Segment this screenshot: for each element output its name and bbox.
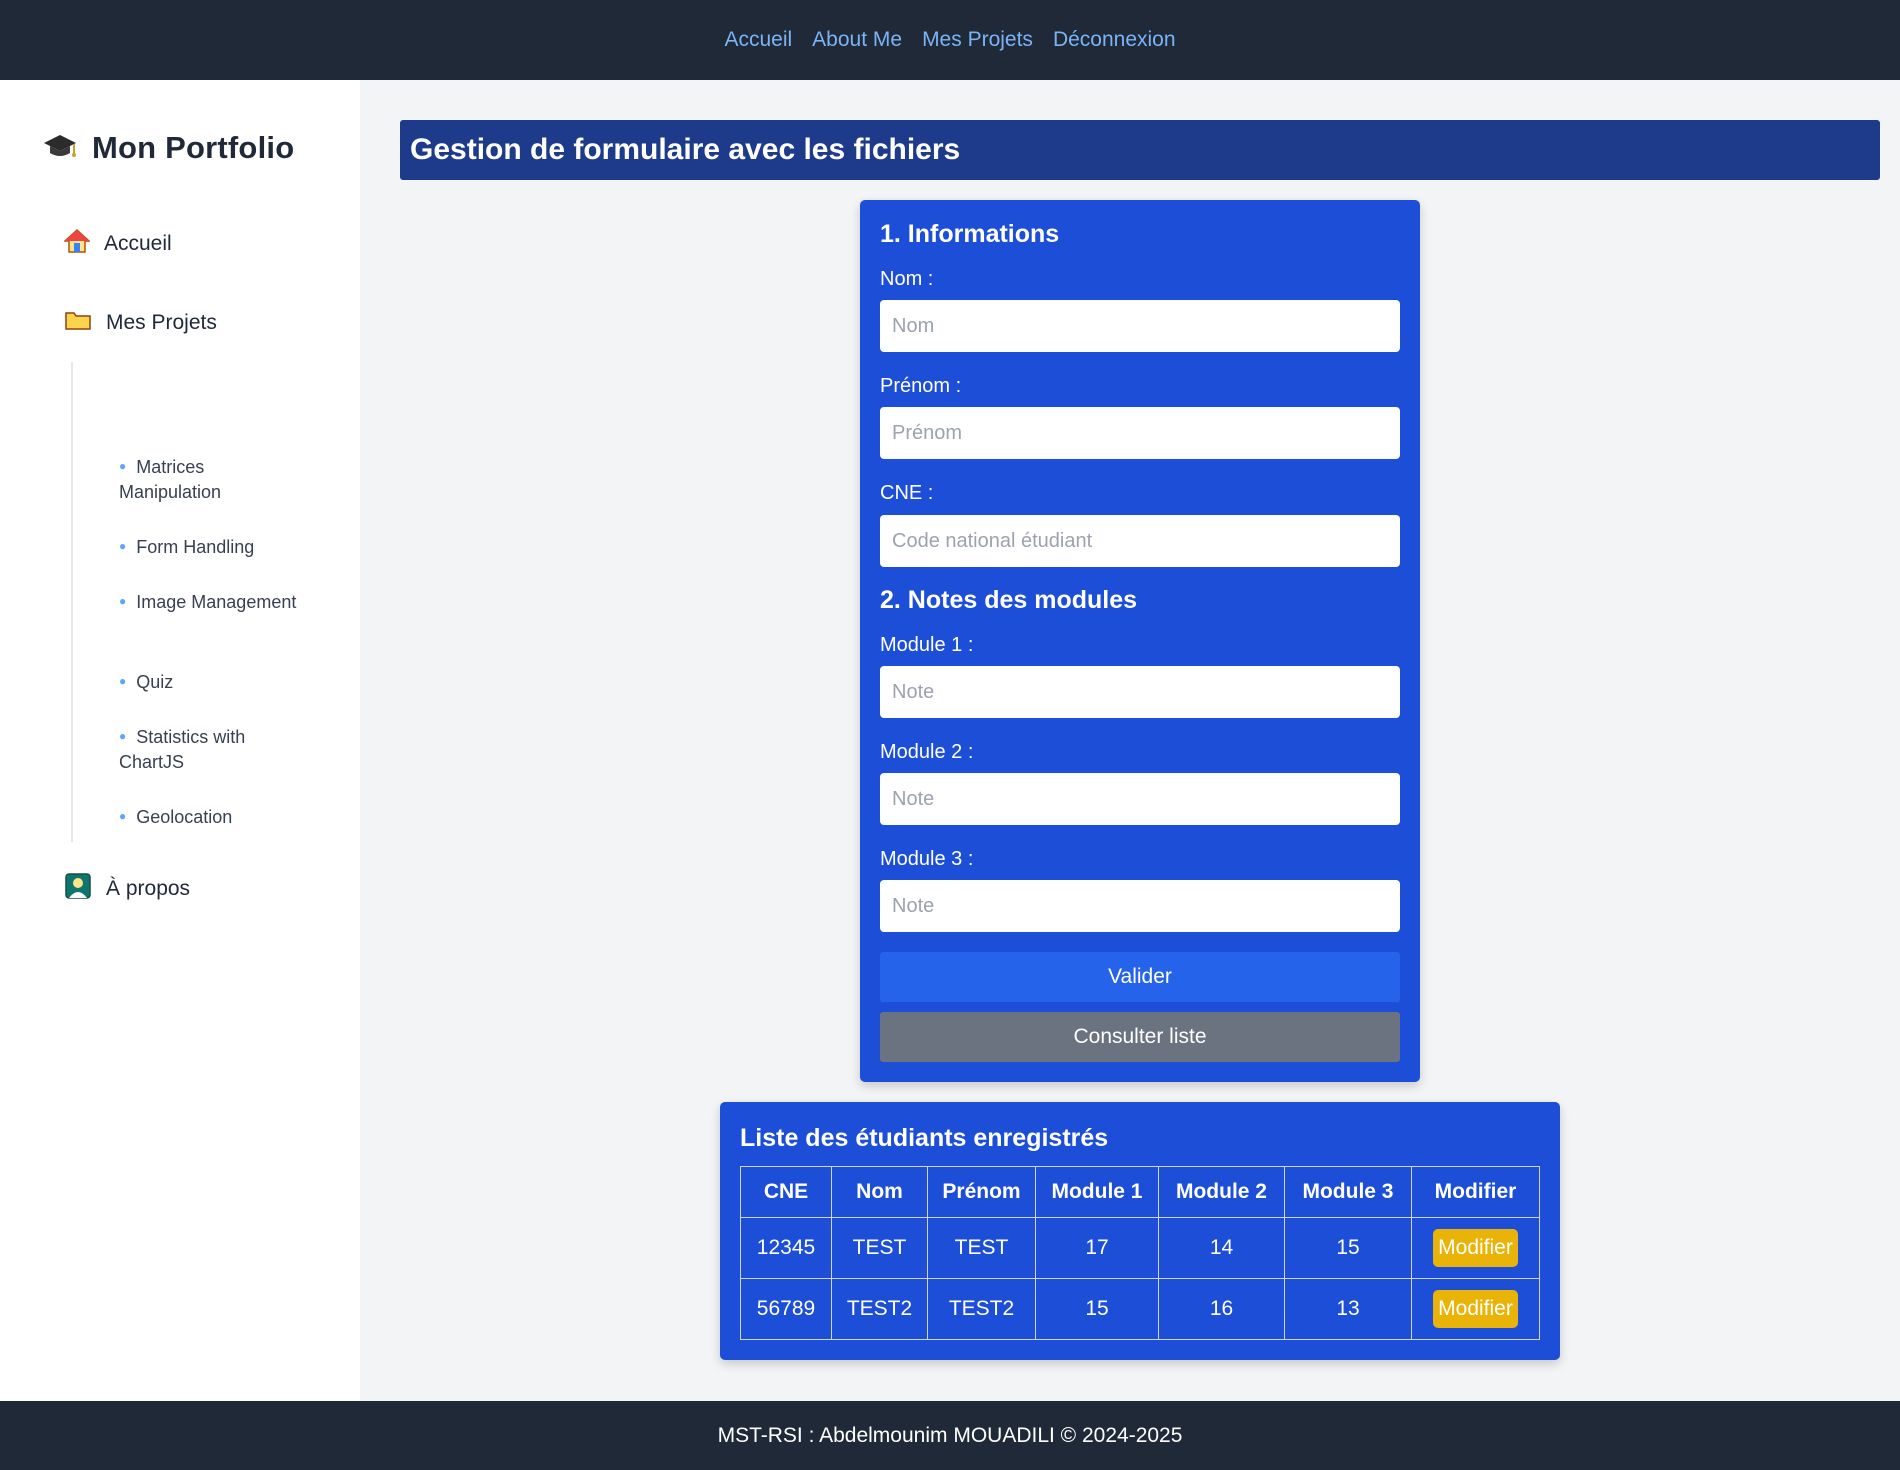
module2-note-input[interactable]	[880, 773, 1400, 825]
column-header-module2: Module 2	[1158, 1166, 1285, 1218]
table-header-row: CNE Nom Prénom Module 1 Module 2 Module …	[740, 1166, 1540, 1218]
cell-action: Modifier	[1411, 1217, 1540, 1279]
sidebar: Mon Portfolio Accueil Mes Projets ● Matri…	[0, 80, 360, 1401]
module1-note-input[interactable]	[880, 666, 1400, 718]
footer: MST-RSI : Abdelmounim MOUADILI © 2024-20…	[0, 1401, 1900, 1470]
cne-input[interactable]	[880, 515, 1400, 567]
column-header-module1: Module 1	[1035, 1166, 1159, 1218]
prenom-label: Prénom :	[880, 375, 962, 397]
folder-icon	[64, 308, 92, 338]
cell-module3: 15	[1284, 1217, 1412, 1279]
nav-link-accueil[interactable]: Accueil	[724, 28, 792, 52]
sidebar-item-mes-projets[interactable]: Mes Projets	[64, 308, 217, 338]
nav-link-about-me[interactable]: About Me	[812, 28, 902, 52]
section-informations-title: 1. Informations	[880, 220, 1060, 248]
cell-cne: 12345	[740, 1217, 832, 1279]
table-row: 12345 TEST TEST 17 14 15 Modifier	[740, 1217, 1540, 1279]
sidebar-item-label: À propos	[106, 877, 191, 900]
footer-text: MST-RSI : Abdelmounim MOUADILI © 2024-20…	[717, 1423, 1183, 1447]
page-title-bar: Gestion de formulaire avec les fichiers	[400, 120, 1880, 180]
cell-nom: TEST	[831, 1217, 928, 1279]
students-table: CNE Nom Prénom Module 1 Module 2 Module …	[740, 1166, 1540, 1340]
valider-button[interactable]: Valider	[880, 952, 1400, 1002]
bullet-icon: ●	[119, 459, 127, 473]
nav-link-mes-projets[interactable]: Mes Projets	[922, 28, 1033, 52]
sidebar-item-label: Accueil	[104, 232, 172, 255]
module1-label: Module 1 :	[880, 634, 974, 656]
nom-label: Nom :	[880, 268, 934, 290]
submenu-item-quiz[interactable]: ● Quiz	[119, 669, 299, 695]
submenu-item-form-handling[interactable]: ● Form Handling	[119, 534, 299, 560]
bullet-icon: ●	[119, 539, 127, 553]
column-header-modifier: Modifier	[1411, 1166, 1540, 1218]
student-form: 1. Informations Nom : Prénom : CNE : 2. …	[860, 200, 1420, 1082]
bullet-icon: ●	[119, 674, 127, 688]
students-list-card: Liste des étudiants enregistrés CNE Nom …	[720, 1102, 1560, 1360]
top-navbar: Accueil About Me Mes Projets Déconnexion	[0, 0, 1900, 80]
column-header-module3: Module 3	[1284, 1166, 1412, 1218]
cell-module3: 13	[1284, 1278, 1412, 1340]
sidebar-item-a-propos[interactable]: À propos	[64, 872, 190, 906]
cell-nom: TEST2	[831, 1278, 928, 1340]
brand-title: Mon Portfolio	[92, 130, 295, 165]
submenu-item-statistics[interactable]: ● Statistics with ChartJS	[119, 724, 299, 775]
column-header-nom: Nom	[831, 1166, 928, 1218]
submenu-item-image-management[interactable]: ● Image Management	[119, 589, 299, 615]
prenom-input[interactable]	[880, 407, 1400, 459]
nav-link-deconnexion[interactable]: Déconnexion	[1053, 28, 1176, 52]
sidebar-brand: Mon Portfolio	[42, 130, 294, 166]
nom-input[interactable]	[880, 300, 1400, 352]
column-header-prenom: Prénom	[927, 1166, 1036, 1218]
cell-prenom: TEST2	[927, 1278, 1036, 1340]
section-notes-title: 2. Notes des modules	[880, 586, 1138, 614]
sidebar-item-label: Mes Projets	[106, 311, 217, 334]
modifier-button[interactable]: Modifier	[1433, 1229, 1518, 1267]
module2-label: Module 2 :	[880, 741, 974, 763]
page-title: Gestion de formulaire avec les fichiers	[410, 133, 961, 166]
cell-action: Modifier	[1411, 1278, 1540, 1340]
house-icon	[63, 228, 91, 260]
module3-label: Module 3 :	[880, 848, 974, 870]
sidebar-item-accueil[interactable]: Accueil	[63, 228, 172, 260]
modifier-button[interactable]: Modifier	[1433, 1290, 1518, 1328]
portrait-icon	[64, 872, 92, 906]
column-header-cne: CNE	[740, 1166, 832, 1218]
bullet-icon: ●	[119, 809, 127, 823]
cell-module1: 15	[1035, 1278, 1159, 1340]
cell-prenom: TEST	[927, 1217, 1036, 1279]
submenu-item-matrices[interactable]: ● Matrices Manipulation	[119, 454, 299, 505]
cell-module2: 14	[1158, 1217, 1285, 1279]
cell-module2: 16	[1158, 1278, 1285, 1340]
cell-module1: 17	[1035, 1217, 1159, 1279]
cell-cne: 56789	[740, 1278, 832, 1340]
projects-submenu: ● Matrices Manipulation ● Form Handling ● I…	[71, 362, 296, 842]
students-list-title: Liste des étudiants enregistrés	[740, 1124, 1109, 1152]
bullet-icon: ●	[119, 594, 127, 608]
module3-note-input[interactable]	[880, 880, 1400, 932]
submenu-item-geolocation[interactable]: ● Geolocation	[119, 804, 299, 830]
table-row: 56789 TEST2 TEST2 15 16 13 Modifier	[740, 1278, 1540, 1340]
graduation-cap-icon	[42, 131, 78, 166]
consulter-liste-button[interactable]: Consulter liste	[880, 1012, 1400, 1062]
bullet-icon: ●	[119, 729, 127, 743]
cne-label: CNE :	[880, 482, 934, 504]
